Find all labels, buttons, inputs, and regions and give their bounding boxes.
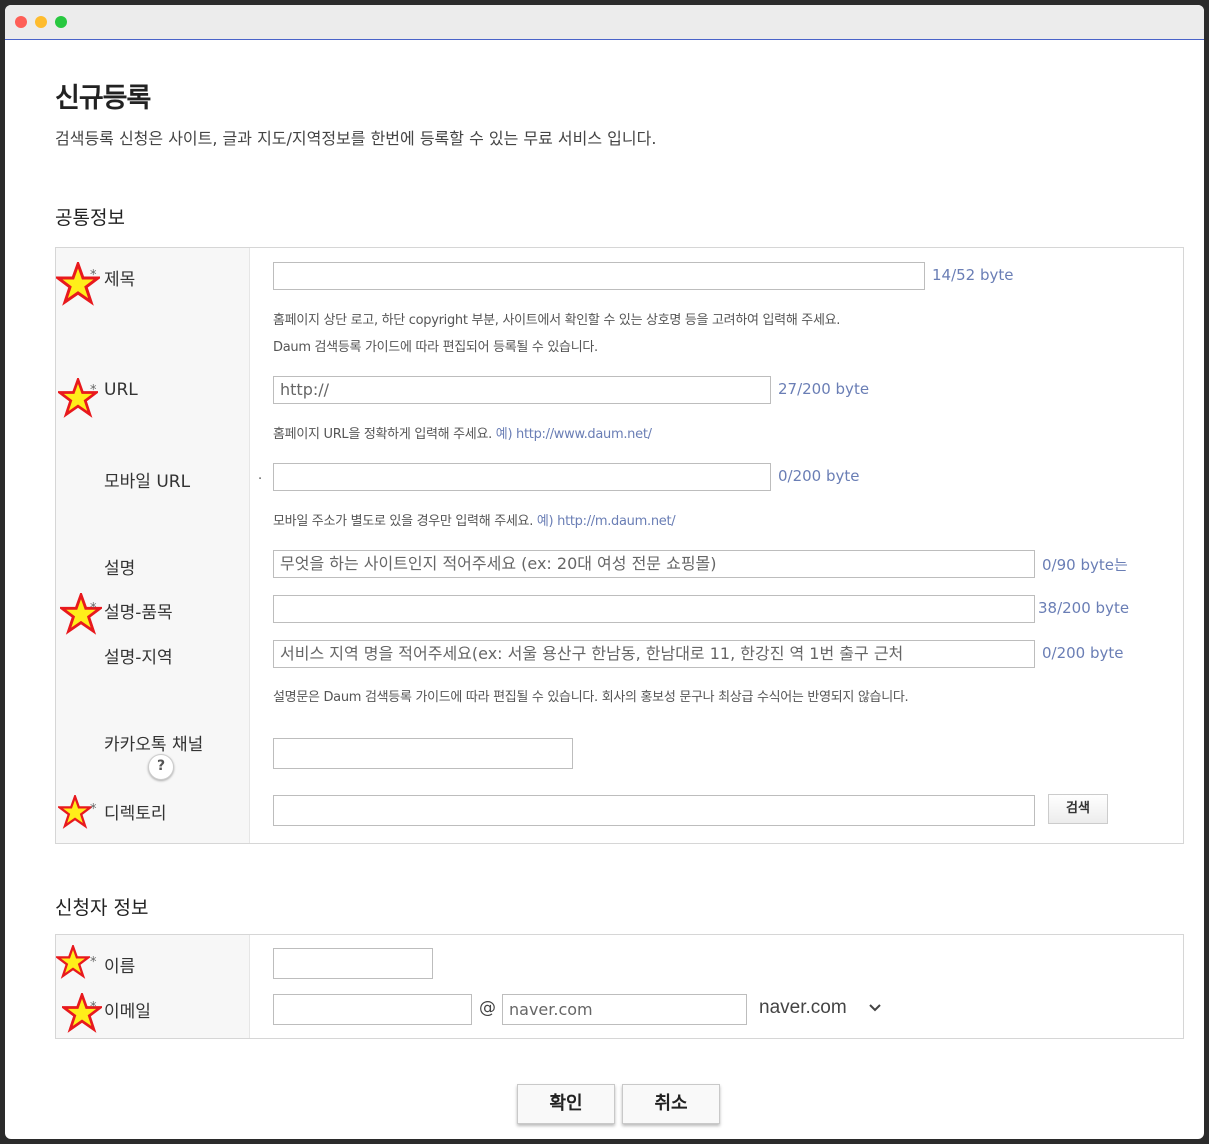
email-label: 이메일	[104, 1002, 151, 1022]
desc-region-input[interactable]: 서비스 지역 명을 적어주세요(ex: 서울 용산구 한남동, 한남대로 11,…	[273, 640, 1035, 668]
desc-input[interactable]: 무엇을 하는 사이트인지 적어주세요 (ex: 20대 여성 전문 쇼핑몰)	[273, 550, 1035, 578]
desc-region-label: 설명-지역	[104, 648, 173, 668]
url-byte-count: 27/200 byte	[778, 380, 870, 398]
title-help-1: 홈페이지 상단 로고, 하단 copyright 부분, 사이트에서 확인할 수…	[273, 313, 841, 328]
kakao-channel-label: 카카오톡 채널	[104, 735, 204, 755]
required-mark: *	[90, 268, 97, 283]
desc-byte-count: 0/90 byte는	[1042, 556, 1128, 574]
required-mark: *	[90, 1000, 97, 1015]
chevron-down-icon[interactable]	[866, 999, 884, 1017]
common-info-box: * 제목 14/52 byte 홈페이지 상단 로고, 하단 copyright…	[55, 247, 1184, 844]
desc-item-input[interactable]	[273, 595, 1035, 623]
desc-item-label: 설명-품목	[104, 603, 173, 623]
email-local-input[interactable]	[273, 994, 472, 1025]
common-section-title: 공통정보	[55, 207, 125, 229]
page-subtitle: 검색등록 신청은 사이트, 글과 지도/지역정보를 한번에 등록할 수 있는 무…	[55, 129, 657, 148]
desc-region-byte-count: 0/200 byte	[1042, 644, 1124, 662]
mobile-url-help: 모바일 주소가 별도로 있을 경우만 입력해 주세요. 예) http://m.…	[273, 514, 676, 529]
directory-input[interactable]	[273, 795, 1035, 826]
star-icon	[58, 795, 92, 829]
title-label: 제목	[104, 270, 136, 290]
desc-item-byte-count: 38/200 byte	[1038, 599, 1130, 617]
app-window: 신규등록 검색등록 신청은 사이트, 글과 지도/지역정보를 한번에 등록할 수…	[5, 5, 1204, 1139]
applicant-info-box: * 이름 * 이메일 @ naver.com naver.com	[55, 934, 1184, 1039]
mobile-url-input[interactable]	[273, 463, 771, 491]
required-mark: *	[90, 383, 97, 398]
kakao-channel-input[interactable]	[273, 738, 573, 769]
page-title: 신규등록	[55, 83, 151, 114]
mobile-url-byte-count: 0/200 byte	[778, 467, 860, 485]
email-domain-input[interactable]: naver.com	[502, 994, 747, 1025]
dot-mark: .	[258, 468, 262, 483]
url-label: URL	[104, 380, 138, 400]
confirm-button[interactable]: 확인	[517, 1084, 615, 1124]
star-icon	[56, 945, 90, 979]
applicant-section-title: 신청자 정보	[55, 897, 149, 919]
close-window-button[interactable]	[15, 16, 27, 28]
directory-label: 디렉토리	[104, 804, 167, 824]
name-input[interactable]	[273, 948, 433, 979]
desc-label: 설명	[104, 559, 136, 579]
required-mark: *	[90, 955, 97, 970]
title-bar	[5, 5, 1204, 40]
url-input[interactable]: http://	[273, 376, 771, 404]
email-domain-select[interactable]: naver.com	[759, 997, 847, 1019]
cancel-button[interactable]: 취소	[622, 1084, 720, 1124]
required-mark: *	[90, 802, 97, 817]
title-byte-count: 14/52 byte	[932, 266, 1014, 284]
required-mark: *	[90, 601, 97, 616]
url-help: 홈페이지 URL을 정확하게 입력해 주세요. 예) http://www.da…	[273, 427, 652, 442]
minimize-window-button[interactable]	[35, 16, 47, 28]
title-input[interactable]	[273, 262, 925, 290]
help-icon[interactable]: ?	[148, 754, 174, 780]
at-sign: @	[479, 998, 496, 1018]
mobile-url-label: 모바일 URL	[104, 472, 191, 492]
desc-help: 설명문은 Daum 검색등록 가이드에 따라 편집될 수 있습니다. 회사의 홍…	[273, 690, 909, 705]
title-help-2: Daum 검색등록 가이드에 따라 편집되어 등록될 수 있습니다.	[273, 340, 598, 355]
form-page: 신규등록 검색등록 신청은 사이트, 글과 지도/지역정보를 한번에 등록할 수…	[5, 40, 1204, 1139]
directory-search-button[interactable]: 검색	[1048, 794, 1108, 824]
maximize-window-button[interactable]	[55, 16, 67, 28]
name-label: 이름	[104, 957, 136, 977]
